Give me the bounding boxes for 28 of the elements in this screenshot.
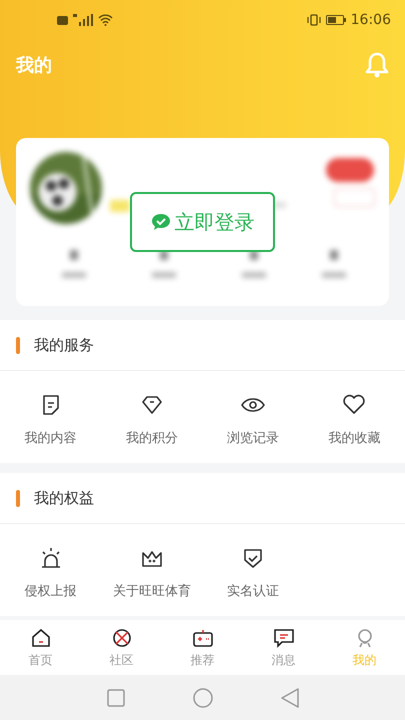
wechat-icon — [150, 213, 170, 231]
status-time: 16:06 — [350, 12, 391, 28]
menu-item[interactable]: 关于旺旺体育 — [101, 546, 202, 600]
menu-item[interactable]: 我的内容 — [0, 393, 102, 447]
notification-bell-icon[interactable] — [365, 52, 389, 78]
section-accent-bar — [16, 336, 20, 354]
menu-item[interactable]: 侵权上报 — [0, 546, 102, 600]
hd-icon — [57, 16, 68, 24]
wifi-icon — [98, 14, 113, 26]
menu-item[interactable]: 实名认证 — [202, 546, 304, 600]
page-title: 我的 — [16, 54, 52, 77]
signal-icon — [73, 14, 93, 26]
basketball-icon — [110, 626, 132, 648]
menu-item[interactable]: 我的积分 — [101, 393, 202, 447]
section-title: 我的权益 — [34, 488, 94, 508]
section-title: 我的服务 — [34, 336, 94, 354]
menu-item[interactable]: 我的收藏 — [304, 393, 405, 447]
home-icon — [30, 626, 52, 648]
menu-item[interactable]: 浏览记录 — [202, 393, 304, 447]
recent-apps-icon[interactable] — [106, 688, 124, 706]
home-circle-icon[interactable] — [192, 688, 212, 708]
section-accent-bar — [16, 490, 20, 506]
message-icon — [272, 626, 294, 648]
vibrate-icon — [306, 14, 321, 26]
back-icon[interactable] — [280, 688, 298, 708]
battery-icon — [326, 15, 346, 25]
heart-icon — [342, 393, 366, 417]
diamond-icon — [140, 393, 164, 417]
